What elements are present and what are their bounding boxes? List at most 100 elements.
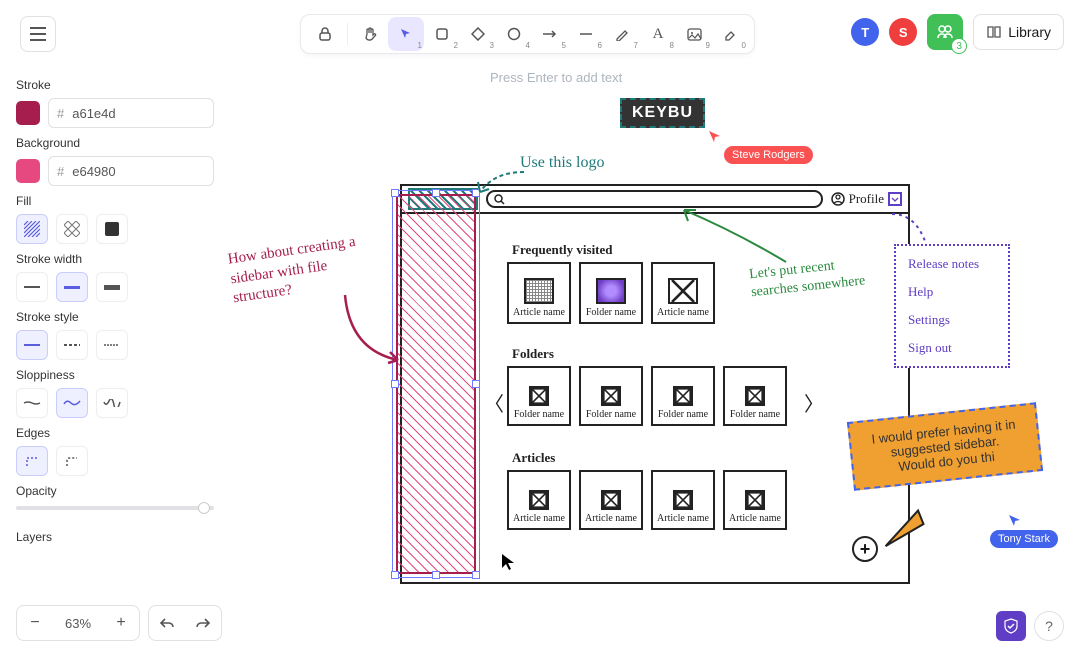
freq-card[interactable]: Article name [507, 262, 571, 324]
fill-cross[interactable] [56, 214, 88, 244]
sel-handle[interactable] [432, 571, 440, 579]
help-button[interactable]: ? [1034, 611, 1064, 641]
cursor-tony [1006, 512, 1024, 530]
sw-thin[interactable] [16, 272, 48, 302]
avatar-t[interactable]: T [851, 18, 879, 46]
layers-label: Layers [16, 530, 214, 544]
sel-handle[interactable] [432, 189, 440, 197]
redo-button[interactable] [185, 606, 221, 640]
edge-round[interactable] [56, 446, 88, 476]
ss-dashed[interactable] [56, 330, 88, 360]
background-label: Background [16, 136, 214, 150]
tool-draw[interactable]: 7 [604, 17, 640, 51]
tool-arrow[interactable]: 5 [532, 17, 568, 51]
hand-icon [362, 26, 378, 42]
diamond-icon [471, 27, 485, 41]
ss-solid[interactable] [16, 330, 48, 360]
stroke-width-label: Stroke width [16, 252, 214, 266]
zoom-value[interactable]: 63% [53, 606, 103, 640]
article-card[interactable]: Article name [507, 470, 571, 530]
profile-dropdown[interactable] [888, 192, 902, 206]
sel-handle[interactable] [391, 380, 399, 388]
add-button[interactable]: + [852, 536, 878, 562]
sel-handle[interactable] [472, 380, 480, 388]
share-button[interactable]: 3 [927, 14, 963, 50]
canvas-hint: Press Enter to add text [490, 70, 622, 85]
slop-2[interactable] [96, 388, 128, 418]
eraser-icon [723, 27, 737, 41]
properties-panel: Stroke #a61e4d Background #e64980 Fill S… [16, 70, 214, 580]
folder-card[interactable]: Folder name [723, 366, 787, 426]
tool-image[interactable]: 9 [676, 17, 712, 51]
opacity-slider[interactable] [16, 506, 214, 510]
zoom-out[interactable]: − [17, 606, 53, 640]
tool-diamond[interactable]: 3 [460, 17, 496, 51]
fill-hatch[interactable] [16, 214, 48, 244]
arrow-sidebar [340, 290, 410, 370]
tool-text[interactable]: A8 [640, 17, 676, 51]
logo-box[interactable]: KEYBU [620, 98, 705, 128]
fill-solid[interactable] [96, 214, 128, 244]
arrow-search [676, 202, 796, 272]
profile-menu[interactable]: Release notes Help Settings Sign out [894, 244, 1010, 368]
background-hex-input[interactable]: #e64980 [48, 156, 214, 186]
profile-label: Profile [849, 191, 884, 207]
slop-0[interactable] [16, 388, 48, 418]
menu-item[interactable]: Help [908, 284, 996, 300]
library-button[interactable]: Library [973, 14, 1064, 50]
avatar-s[interactable]: S [889, 18, 917, 46]
folders-prev[interactable]: 〈 [484, 388, 504, 417]
tool-hand[interactable] [352, 17, 388, 51]
fill-label: Fill [16, 194, 214, 208]
menu-connector [886, 210, 946, 250]
menu-item[interactable]: Release notes [908, 256, 996, 272]
menu-item[interactable]: Sign out [908, 340, 996, 356]
stroke-swatch[interactable] [16, 101, 40, 125]
edge-sharp[interactable] [16, 446, 48, 476]
tool-eraser[interactable]: 0 [712, 17, 748, 51]
article-card[interactable]: Article name [579, 470, 643, 530]
tool-select[interactable]: 1 [388, 17, 424, 51]
wireframe-window[interactable]: Profile Frequently visited Article name … [400, 184, 910, 584]
sel-handle[interactable] [472, 571, 480, 579]
share-count-badge: 3 [951, 38, 967, 54]
sel-handle[interactable] [391, 571, 399, 579]
ss-dotted[interactable] [96, 330, 128, 360]
tool-rect[interactable]: 2 [424, 17, 460, 51]
article-card[interactable]: Article name [651, 470, 715, 530]
freq-card[interactable]: Folder name [579, 262, 643, 324]
sticky-tail [878, 507, 932, 552]
topright-cluster: T S 3 Library [851, 14, 1064, 50]
shield-button[interactable] [996, 611, 1026, 641]
sel-handle[interactable] [391, 189, 399, 197]
sidebar-shape-selected[interactable] [396, 194, 476, 574]
zoom-in[interactable]: + [103, 606, 139, 640]
background-swatch[interactable] [16, 159, 40, 183]
rect-icon [435, 27, 449, 41]
menu-button[interactable] [20, 16, 56, 52]
stroke-hex-input[interactable]: #a61e4d [48, 98, 214, 128]
opacity-label: Opacity [16, 484, 214, 498]
folders-next[interactable]: 〉 [804, 388, 824, 417]
menu-item[interactable]: Settings [908, 312, 996, 328]
line-icon [579, 31, 593, 37]
circle-icon [507, 27, 521, 41]
folder-card[interactable]: Folder name [507, 366, 571, 426]
tool-lock[interactable] [307, 17, 343, 51]
user-tag-tony: Tony Stark [990, 530, 1058, 548]
article-card[interactable]: Article name [723, 470, 787, 530]
tool-circle[interactable]: 4 [496, 17, 532, 51]
folder-card[interactable]: Folder name [579, 366, 643, 426]
profile-icon [831, 192, 845, 206]
undo-button[interactable] [149, 606, 185, 640]
slop-1[interactable] [56, 388, 88, 418]
sw-thick[interactable] [96, 272, 128, 302]
folder-card[interactable]: Folder name [651, 366, 715, 426]
canvas[interactable]: Press Enter to add text KEYBU Use this l… [230, 60, 1080, 587]
sw-med[interactable] [56, 272, 88, 302]
folders-label: Folders [512, 346, 554, 362]
book-icon [986, 25, 1002, 39]
sloppiness-label: Sloppiness [16, 368, 214, 382]
articles-label: Articles [512, 450, 555, 466]
tool-line[interactable]: 6 [568, 17, 604, 51]
